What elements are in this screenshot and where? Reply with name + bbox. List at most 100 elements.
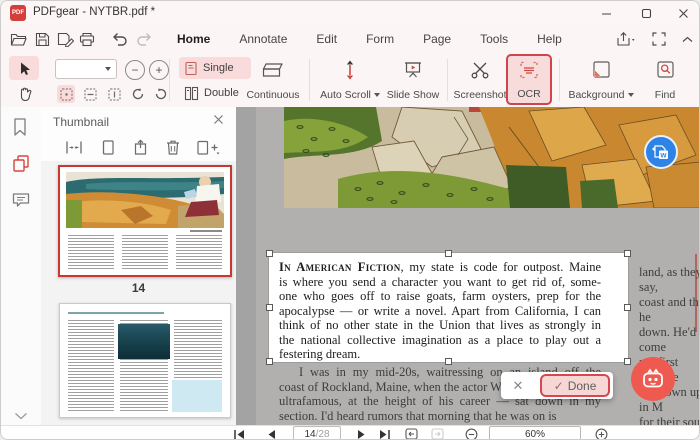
auto-scroll-button[interactable]: Auto Scroll <box>319 56 381 104</box>
screenshot-button[interactable]: Screenshot <box>451 56 509 104</box>
ocr-icon <box>519 60 539 80</box>
tab-help[interactable]: Help <box>534 30 565 48</box>
undo-button[interactable] <box>109 30 129 48</box>
fit-width-button[interactable] <box>81 85 99 103</box>
tab-page[interactable]: Page <box>420 30 454 48</box>
bookmarks-panel-button[interactable] <box>11 117 32 138</box>
add-page-icon <box>196 139 220 156</box>
previous-page-button[interactable] <box>263 427 279 440</box>
next-view-button[interactable] <box>429 427 445 440</box>
zoom-combobox[interactable] <box>55 59 117 79</box>
chevron-down-icon <box>628 93 634 97</box>
thumbnail-page-15[interactable] <box>59 303 231 418</box>
share-button[interactable] <box>616 30 636 48</box>
single-label: Single <box>203 62 234 74</box>
tab-home[interactable]: Home <box>174 30 213 48</box>
zoom-out-button[interactable]: − <box>125 60 145 80</box>
zoom-in-button[interactable]: + <box>149 60 169 80</box>
chevron-down-icon <box>105 67 111 71</box>
previous-view-button[interactable] <box>403 427 419 440</box>
last-page-button[interactable] <box>377 427 393 440</box>
background-button[interactable]: Background <box>564 56 638 104</box>
word-convert-icon: W <box>651 143 671 161</box>
slide-show-label: Slide Show <box>387 89 440 101</box>
selection-handle-ne[interactable] <box>624 250 631 257</box>
fit-height-button[interactable] <box>105 85 123 103</box>
previous-view-icon <box>405 428 418 440</box>
done-button[interactable]: ✓ Done <box>540 374 610 397</box>
check-icon: ✓ <box>554 379 564 393</box>
rotate-page-button[interactable] <box>99 139 118 158</box>
fit-width-icon <box>84 88 97 101</box>
extract-page-icon <box>132 139 149 156</box>
status-bar: 14/28 60% <box>1 425 700 440</box>
redo-button[interactable] <box>135 30 155 48</box>
find-button[interactable]: Find <box>643 56 687 104</box>
fullscreen-button[interactable] <box>649 30 669 48</box>
minimize-icon <box>601 8 612 19</box>
ocr-button[interactable]: OCR <box>506 54 552 105</box>
thumbnail-page-14[interactable] <box>58 165 232 277</box>
tab-annotate[interactable]: Annotate <box>236 30 290 48</box>
rotate-cw-button[interactable] <box>129 85 147 103</box>
add-page-button[interactable] <box>196 139 222 158</box>
zoom-in-button-status[interactable] <box>593 427 609 440</box>
last-page-icon <box>379 429 391 440</box>
window-title: PDFgear - NYTBR.pdf * <box>33 6 155 18</box>
fit-height-icon <box>108 88 121 101</box>
close-icon <box>678 8 689 19</box>
page-current: 14 <box>304 429 315 440</box>
selection-handle-s[interactable] <box>445 358 452 365</box>
assistant-robot-fab[interactable] <box>631 357 675 401</box>
save-as-button[interactable] <box>55 30 75 48</box>
thumbnail-panel: Thumbnail <box>41 107 237 425</box>
continuous-view-button[interactable]: Continuous <box>243 56 303 104</box>
paragraph-lead: In American Fiction <box>279 260 401 274</box>
double-page-view-button[interactable]: Double <box>179 82 251 104</box>
thumbnail-panel-close-button[interactable] <box>213 114 229 130</box>
print-button[interactable] <box>77 30 97 48</box>
hand-icon <box>17 86 32 102</box>
rail-more-chevron[interactable] <box>14 412 28 420</box>
page-number-input[interactable]: 14/28 <box>293 426 341 440</box>
save-button[interactable] <box>32 30 52 48</box>
hand-tool-button[interactable] <box>9 82 39 105</box>
rotate-ccw-button[interactable] <box>152 85 170 103</box>
cancel-selection-button[interactable]: ✕ <box>501 372 535 399</box>
thumbnails-panel-button[interactable] <box>11 153 32 174</box>
trash-icon <box>165 139 181 156</box>
rotate-ccw-icon <box>154 87 168 101</box>
selection-handle-nw[interactable] <box>266 250 273 257</box>
minimize-button[interactable] <box>587 1 625 25</box>
selection-handle-se[interactable] <box>624 358 631 365</box>
zoom-out-button-status[interactable] <box>463 427 479 440</box>
delete-page-button[interactable] <box>165 139 184 158</box>
fit-page-button[interactable] <box>57 85 75 103</box>
selection-handle-n[interactable] <box>445 250 452 257</box>
open-file-button[interactable] <box>8 30 28 48</box>
collapse-ribbon-button[interactable] <box>677 30 697 48</box>
comments-panel-button[interactable] <box>11 191 32 212</box>
slide-show-icon <box>403 60 423 80</box>
redo-icon <box>137 32 153 47</box>
auto-scroll-icon <box>342 60 358 80</box>
selection-handle-sw[interactable] <box>266 358 273 365</box>
first-page-button[interactable] <box>231 427 247 440</box>
extract-page-button[interactable] <box>132 139 151 158</box>
close-button[interactable] <box>665 1 700 25</box>
tab-edit[interactable]: Edit <box>313 30 340 48</box>
thumb-caption-line <box>190 230 222 232</box>
next-page-button[interactable] <box>353 427 369 440</box>
selection-handle-e[interactable] <box>624 304 631 311</box>
maximize-button[interactable] <box>627 1 665 25</box>
collapse-pages-button[interactable] <box>65 139 84 158</box>
tab-tools[interactable]: Tools <box>477 30 511 48</box>
selection-handle-w[interactable] <box>266 304 273 311</box>
fullscreen-icon <box>652 32 666 46</box>
zoom-level-input[interactable]: 60% <box>489 426 581 440</box>
select-tool-button[interactable] <box>9 56 39 80</box>
single-page-view-button[interactable]: Single <box>179 57 251 79</box>
tab-form[interactable]: Form <box>363 30 397 48</box>
slide-show-button[interactable]: Slide Show <box>383 56 443 104</box>
convert-to-word-fab[interactable]: W <box>644 135 678 169</box>
